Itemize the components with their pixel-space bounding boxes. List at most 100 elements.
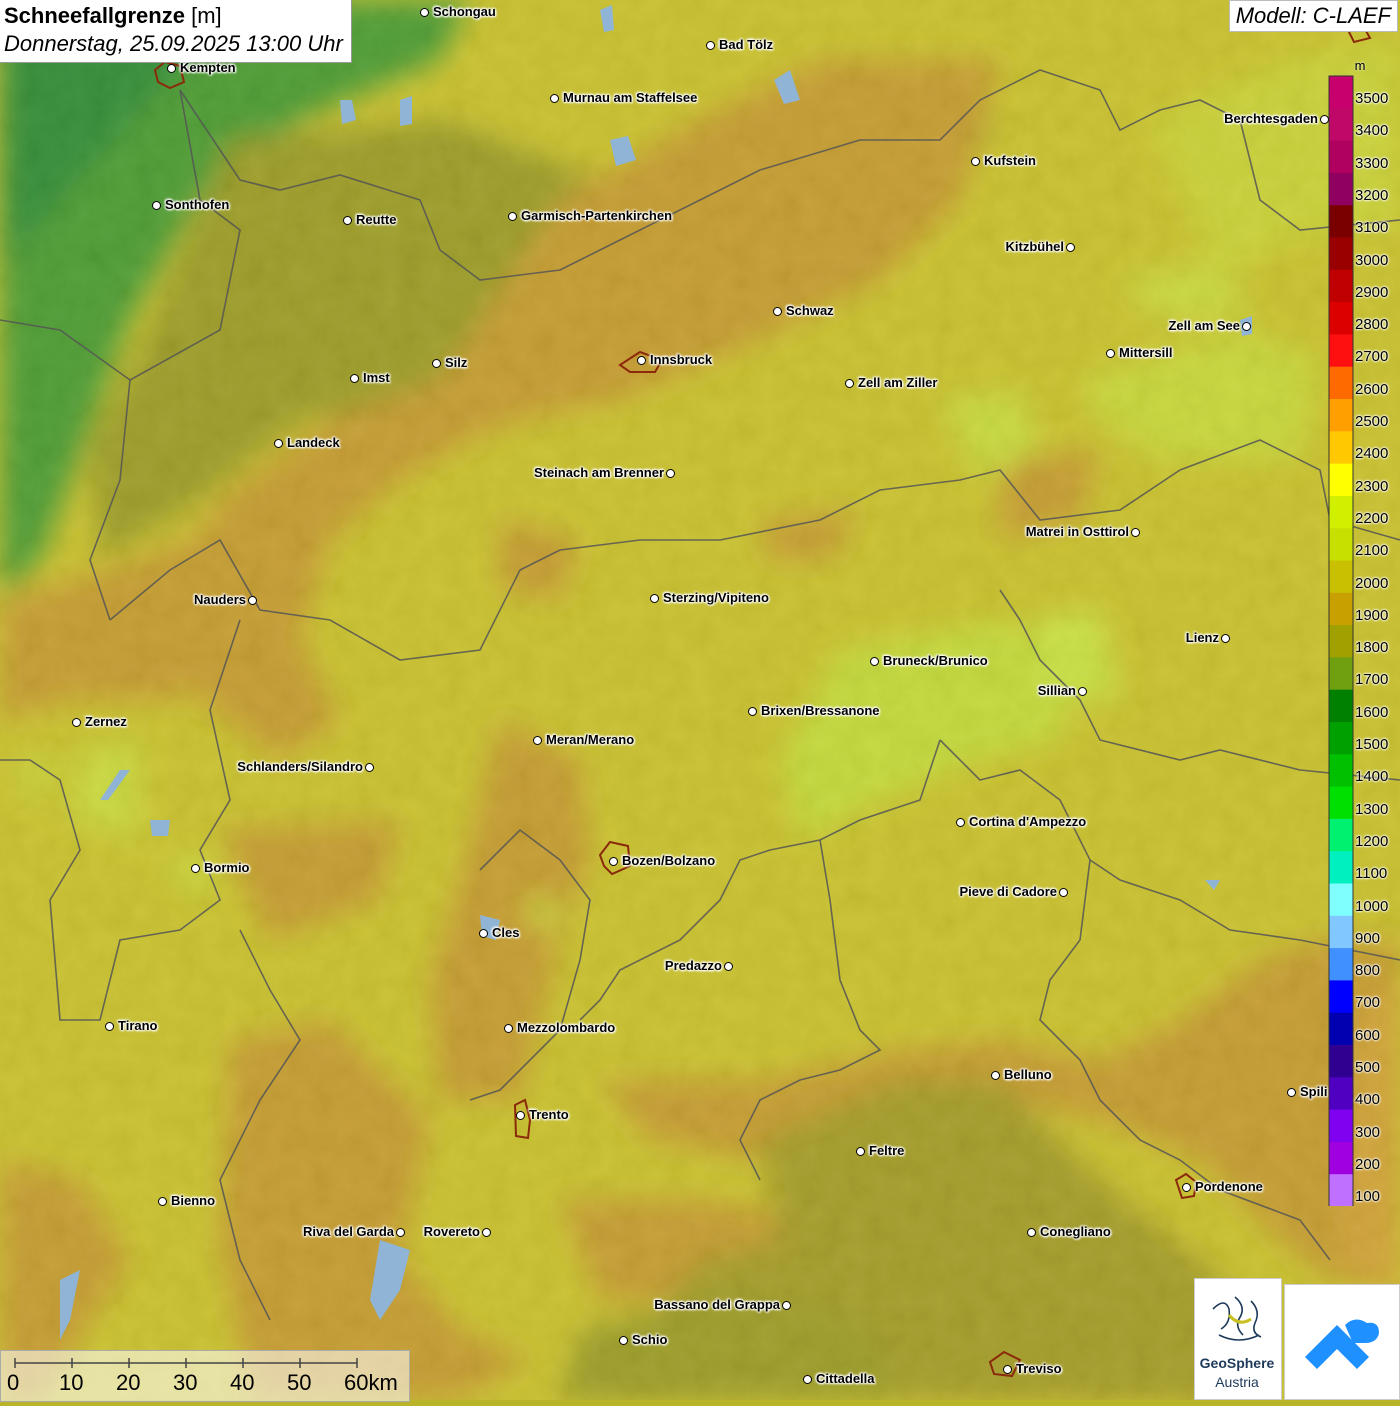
title-box: Schneefallgrenze [m] Donnerstag, 25.09.2… [0,0,352,63]
city-dot-sonthofen[interactable] [152,201,161,210]
city-label-trento: Trento [529,1107,569,1122]
city-dot-riva-del-garda[interactable] [396,1228,405,1237]
legend-swatch-2700 [1329,334,1353,368]
city-dot-zell-am-ziller[interactable] [845,379,854,388]
city-label-cittadella: Cittadella [816,1371,875,1386]
city-dot-conegliano[interactable] [1027,1228,1036,1237]
legend-label-1000: 1000 [1355,897,1389,915]
city-dot-bad-t-lz[interactable] [706,41,715,50]
city-label-brixen-bressanone: Brixen/Bressanone [761,703,880,718]
city-dot-matrei-in-osttirol[interactable] [1131,528,1140,537]
city-dot-silz[interactable] [432,359,441,368]
city-label-rovereto: Rovereto [423,1224,480,1239]
legend-label-2400: 2400 [1355,445,1389,463]
city-label-innsbruck: Innsbruck [650,352,713,367]
legend-label-3100: 3100 [1355,219,1389,237]
city-dot-belluno[interactable] [991,1071,1000,1080]
city-dot-cittadella[interactable] [803,1375,812,1384]
city-dot-landeck[interactable] [274,439,283,448]
city-dot-kempten[interactable] [167,64,176,73]
city-dot-reutte[interactable] [343,216,352,225]
city-label-riva-del-garda: Riva del Garda [302,1224,394,1239]
city-dot-lienz[interactable] [1221,634,1230,643]
legend-label-500: 500 [1355,1059,1381,1076]
city-dot-steinach-am-brenner[interactable] [666,469,675,478]
city-dot-schwaz[interactable] [773,307,782,316]
city-dot-pordenone[interactable] [1182,1183,1191,1192]
city-label-treviso: Treviso [1016,1361,1062,1376]
city-dot-schlanders-silandro[interactable] [365,763,374,772]
city-dot-cortina-d-ampezzo[interactable] [956,818,965,827]
legend-swatch-3300 [1329,140,1353,174]
legend-swatch-1800 [1329,625,1353,658]
city-label-bormio: Bormio [204,860,250,875]
city-label-conegliano: Conegliano [1040,1224,1111,1239]
city-label-schio: Schio [632,1332,668,1347]
model-label: Modell: C-LAEF [1228,0,1398,32]
geosphere-emblem-icon [1212,1296,1262,1341]
city-label-murnau-am-staffelsee: Murnau am Staffelsee [563,90,698,105]
city-dot-innsbruck[interactable] [637,356,646,365]
city-dot-sillian[interactable] [1078,687,1087,696]
mountain-cloud-icon [1305,1319,1379,1369]
city-dot-rovereto[interactable] [482,1228,491,1237]
city-label-spili: Spili [1300,1084,1328,1099]
city-dot-bormio[interactable] [191,864,200,873]
city-label-pordenone: Pordenone [1195,1179,1263,1194]
legend-swatch-1700 [1329,657,1353,691]
legend-label-1100: 1100 [1355,865,1388,883]
city-label-zell-am-see: Zell am See [1168,318,1240,333]
city-dot-kitzb-hel[interactable] [1066,243,1075,252]
city-label-feltre: Feltre [869,1143,905,1158]
city-label-pieve-di-cadore: Pieve di Cadore [959,884,1057,899]
city-dot-cles[interactable] [479,929,488,938]
legend-swatch-2400 [1329,431,1353,465]
city-dot-predazzo[interactable] [724,962,733,971]
legend-label-700: 700 [1355,994,1381,1012]
city-dot-murnau-am-staffelsee[interactable] [550,94,559,103]
city-dot-schio[interactable] [619,1336,628,1345]
city-dot-schongau[interactable] [420,8,429,17]
legend-label-1700: 1700 [1355,671,1389,689]
city-label-kempten: Kempten [180,60,236,75]
legend-label-600: 600 [1355,1026,1381,1044]
legend-swatch-400 [1329,1077,1353,1111]
city-dot-sterzing-vipiteno[interactable] [650,594,659,603]
city-dot-bruneck-brunico[interactable] [870,657,879,666]
city-dot-trento[interactable] [516,1111,525,1120]
legend-label-200: 200 [1355,1155,1381,1173]
city-dot-spili[interactable] [1287,1088,1296,1097]
city-dot-garmisch-partenkirchen[interactable] [508,212,517,221]
city-dot-mittersill[interactable] [1106,349,1115,358]
city-dot-treviso[interactable] [1003,1365,1012,1374]
legend-label-2500: 2500 [1355,413,1389,430]
legend-label-3500: 3500 [1355,90,1389,107]
legend-swatch-2100 [1329,528,1353,561]
legend-swatch-300 [1329,1109,1353,1143]
city-dot-bassano-del-grappa[interactable] [782,1301,791,1310]
city-dot-zell-am-see[interactable] [1242,322,1251,331]
legend-swatch-100 [1329,1174,1353,1206]
city-dot-imst[interactable] [350,374,359,383]
city-dot-mezzolombardo[interactable] [504,1024,513,1033]
app-logo[interactable] [1284,1284,1400,1400]
city-dot-kufstein[interactable] [971,157,980,166]
city-label-berchtesgaden: Berchtesgaden [1224,111,1318,126]
city-dot-bienno[interactable] [158,1197,167,1206]
city-dot-feltre[interactable] [856,1147,865,1156]
city-dot-bozen-bolzano[interactable] [609,857,618,866]
city-label-nauders: Nauders [193,592,246,607]
city-dot-nauders[interactable] [248,596,257,605]
city-dot-zernez[interactable] [72,718,81,727]
legend-label-2900: 2900 [1355,283,1389,301]
legend-swatch-3500 [1329,76,1353,109]
city-dot-pieve-di-cadore[interactable] [1059,888,1068,897]
city-dot-meran-merano[interactable] [533,736,542,745]
city-label-bassano-del-grappa: Bassano del Grappa [654,1297,780,1312]
legend-label-900: 900 [1355,929,1381,947]
legend-label-3200: 3200 [1355,186,1389,204]
scale-label: 50 [287,1370,312,1395]
legend-label-3000: 3000 [1355,251,1389,269]
city-dot-brixen-bressanone[interactable] [748,707,757,716]
city-dot-tirano[interactable] [105,1022,114,1031]
